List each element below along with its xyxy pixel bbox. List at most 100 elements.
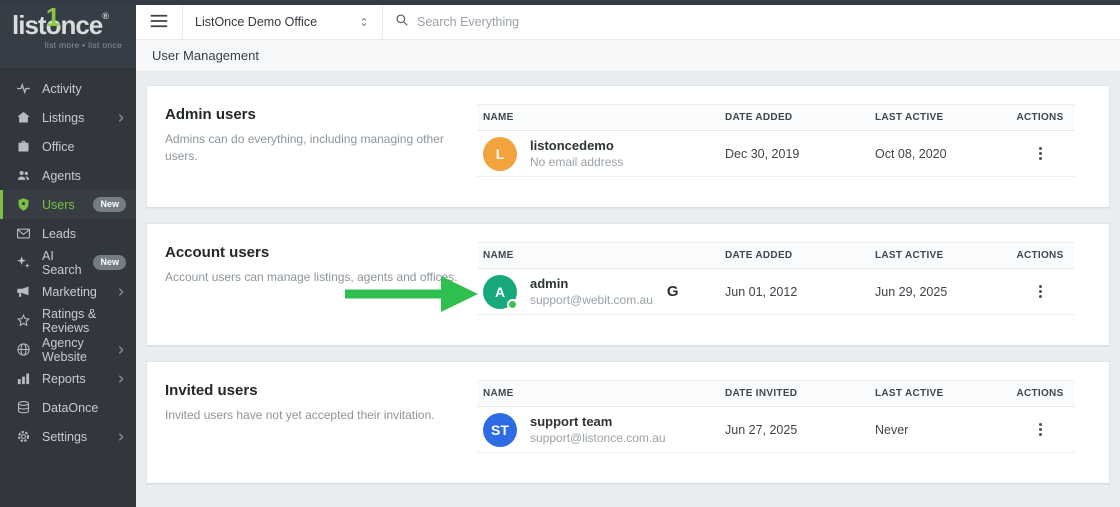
column-header-actions: ACTIONS [1016,250,1064,261]
sidebar-item-office[interactable]: Office [0,132,136,161]
sidebar-item-label: Marketing [42,284,97,299]
avatar: A [483,274,518,310]
admin-users-card: Admin users Admins can do everything, in… [146,85,1110,208]
agents-icon [16,168,32,184]
last-active-value: Oct 08, 2020 [875,146,947,161]
chevron-right-icon [116,432,126,442]
ratings-star-icon [16,313,32,329]
logo-one-accent: 1 [45,2,61,32]
column-header-last-active: LAST ACTIVE [875,250,944,261]
hamburger-icon [150,14,168,31]
kebab-icon [1038,428,1042,431]
sidebar-item-ratings-reviews[interactable]: Ratings & Reviews [0,306,136,335]
column-header-name: NAME [483,250,514,261]
sidebar-item-agents[interactable]: Agents [0,161,136,190]
table-row: A admin support@webit.com.au G Jun 01, 2… [477,269,1075,315]
sidebar-item-leads[interactable]: Leads [0,219,136,248]
column-header-actions: ACTIONS [1016,388,1064,399]
sidebar-item-dataonce[interactable]: DataOnce [0,393,136,422]
listonce-logo: listo 1 nce® [12,2,126,40]
section-title: Account users [165,244,270,261]
logo-tagline: list more • list once [44,40,122,50]
column-header-last-active: LAST ACTIVE [875,112,944,123]
account-users-table: NAME DATE ADDED LAST ACTIVE ACTIONS A ad… [477,242,1075,315]
office-selector-value: ListOnce Demo Office [195,15,318,29]
user-name: support team [530,413,613,429]
chevron-right-icon [116,345,126,355]
table-header-row: NAME DATE INVITED LAST ACTIVE ACTIONS [477,380,1075,407]
row-actions-kebab-button[interactable] [1025,277,1055,307]
sidebar-item-label: Listings [42,110,85,125]
top-dark-strip [0,0,1120,5]
sidebar-item-label: Activity [42,81,82,96]
annotation-arrow [345,276,478,312]
sidebar-item-label: Reports [42,371,86,386]
user-email: support@listonce.com.au [530,431,666,446]
agency-website-globe-icon [16,342,32,358]
avatar: L [483,136,517,171]
sidebar-item-activity[interactable]: Activity [0,74,136,103]
row-actions-kebab-button[interactable] [1025,415,1055,445]
office-selector[interactable]: ListOnce Demo Office [183,5,383,39]
logo-text-pre: list [12,10,47,40]
section-title: Invited users [165,382,258,399]
sidebar-item-label: Users [42,197,75,212]
sidebar-item-label: Agents [42,168,81,183]
sidebar-item-listings[interactable]: Listings [0,103,136,132]
sidebar-item-settings[interactable]: Settings [0,422,136,451]
ai-search-sparkles-icon [16,255,32,271]
sidebar-item-label: Ratings & Reviews [42,306,97,335]
sidebar-item-reports[interactable]: Reports [0,364,136,393]
sidebar-item-label: AI Search [42,248,82,277]
last-active-value: Never [875,422,909,437]
user-name: admin [530,275,569,291]
sidebar-menu: Activity Listings Office Agents Users Ne… [0,68,136,451]
kebab-icon [1038,290,1042,293]
logo-text-post: nce [60,10,103,40]
chevron-right-icon [116,287,126,297]
logo-block: listo 1 nce® list more • list once [0,0,136,68]
invited-users-card: Invited users Invited users have not yet… [146,361,1110,484]
search-icon [395,13,417,32]
sidebar-item-ai-search[interactable]: AI Search New [0,248,136,277]
online-status-dot [507,298,518,310]
column-header-actions: ACTIONS [1016,112,1064,123]
sidebar-item-agency-website[interactable]: Agency Website [0,335,136,364]
section-description: Invited users have not yet accepted thei… [165,408,435,422]
date-added-value: Dec 30, 2019 [725,146,800,161]
column-header-name: NAME [483,112,514,123]
table-row: L listoncedemo No email address Dec 30, … [477,131,1075,177]
sidebar-item-users[interactable]: Users New [0,190,136,219]
sidebar-item-label: Settings [42,429,88,444]
dataonce-database-icon [16,400,32,416]
leads-envelope-icon [16,226,32,242]
date-invited-value: Jun 27, 2025 [725,422,798,437]
users-shield-icon [16,197,32,213]
column-header-date-added: DATE ADDED [725,112,793,123]
section-description: Admins can do everything, including mana… [165,132,444,163]
table-header-row: NAME DATE ADDED LAST ACTIVE ACTIONS [477,104,1075,131]
select-arrows-icon [358,16,370,28]
registered-mark: ® [102,11,109,21]
search-input[interactable] [417,15,1108,29]
logo-letter-o: o1 [45,2,62,40]
row-actions-kebab-button[interactable] [1025,139,1055,169]
sidebar-item-label: Office [42,139,75,154]
column-header-name: NAME [483,388,514,399]
sidebar-item-label: Agency Website [42,335,87,364]
sidebar: listo 1 nce® list more • list once Activit… [0,0,136,507]
top-header: ListOnce Demo Office [136,5,1120,40]
global-search [383,5,1120,39]
chevron-right-icon [116,374,126,384]
invited-users-table: NAME DATE INVITED LAST ACTIVE ACTIONS ST… [477,380,1075,453]
hamburger-menu-button[interactable] [136,5,183,39]
new-badge: New [93,255,126,270]
marketing-megaphone-icon [16,284,32,300]
user-email: No email address [530,155,624,170]
last-active-value: Jun 29, 2025 [875,284,948,299]
sidebar-item-marketing[interactable]: Marketing [0,277,136,306]
settings-gear-icon [16,429,32,445]
main-content: Admin users Admins can do everything, in… [136,72,1120,507]
chevron-right-icon [116,113,126,123]
user-email: support@webit.com.au [530,293,653,308]
